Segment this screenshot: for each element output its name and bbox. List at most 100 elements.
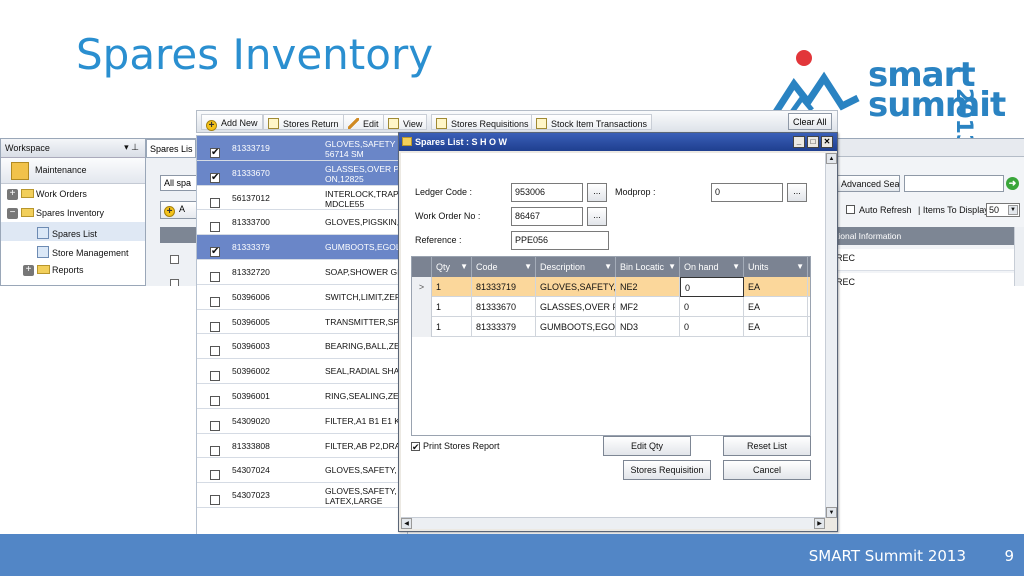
filter-icon[interactable]: ▼ (668, 262, 676, 271)
tab-spares-list[interactable]: Spares Lis (146, 139, 196, 158)
cell-on-hand[interactable]: 0 (680, 277, 744, 297)
tree-item-spares-inventory[interactable]: − Spares Inventory (1, 203, 145, 222)
cell-code[interactable]: 81333379 (472, 317, 536, 337)
collapse-icon[interactable]: − (7, 208, 18, 219)
print-stores-report-toggle[interactable]: ✔ Print Stores Report (411, 441, 500, 452)
table-row[interactable]: ✔ 81333670 GLASSES,OVER P ON,12825 (197, 160, 407, 186)
items-to-display-select[interactable]: 50 ▼ (986, 203, 1020, 217)
row-checkbox[interactable]: ✔ (210, 172, 220, 183)
row-checkbox[interactable] (210, 470, 220, 481)
column-header[interactable]: Code ▼ (472, 257, 536, 277)
cell-description[interactable]: GLASSES,OVER PR (536, 297, 616, 317)
filter-icon[interactable]: ▼ (604, 262, 612, 271)
work-order-field[interactable]: 86467 (511, 207, 583, 226)
table-row[interactable]: 50396005 TRANSMITTER,SPE (197, 310, 407, 335)
cell-qty[interactable]: 1 (432, 277, 472, 297)
cell-units[interactable]: EA (744, 277, 808, 297)
tree-item-store-management[interactable]: Store Management (1, 241, 145, 260)
row-checkbox[interactable] (210, 445, 220, 456)
search-input[interactable] (904, 175, 1004, 192)
row-indicator[interactable] (412, 317, 432, 337)
auto-refresh-toggle[interactable]: Auto Refresh (846, 205, 912, 215)
table-row[interactable]: 81333700 GLOVES,PIGSKIN,I (197, 210, 407, 236)
view-button[interactable]: View (383, 114, 428, 130)
workspace-pin-controls[interactable]: ▾ ⊥ (124, 142, 139, 153)
minimize-icon[interactable]: _ (793, 136, 805, 148)
table-row[interactable]: 81333808 FILTER,AB P2,DRA (197, 434, 407, 459)
row-checkbox[interactable] (210, 321, 220, 332)
row-checkbox[interactable] (210, 222, 220, 233)
column-header[interactable]: Qty ▼ (432, 257, 472, 277)
row-checkbox[interactable] (170, 279, 179, 286)
table-row[interactable]: ✔ 81333719 GLOVES,SAFETY 56714 SM (197, 136, 407, 161)
table-row[interactable]: 181333670GLASSES,OVER PRMF20EA (412, 297, 810, 317)
table-row[interactable]: 50396006 SWITCH,LIMIT,ZEPI (197, 285, 407, 310)
advanced-search-button[interactable]: Advanced Search (836, 175, 900, 192)
tree-item-spares-list[interactable]: Spares List (1, 222, 145, 241)
table-row[interactable]: >181333719GLOVES,SAFETY,JENE20EA (412, 277, 810, 297)
filter-icon[interactable]: ▼ (796, 262, 804, 271)
cell-units[interactable]: EA (744, 297, 808, 317)
row-checkbox[interactable] (210, 346, 220, 357)
row-checkbox[interactable] (210, 296, 220, 307)
table-row[interactable]: 1 81333379 GUMBOOTS,EGOLI ND3 0 EA (412, 317, 810, 337)
stores-requisitions-button[interactable]: Stores Requisitions (431, 114, 534, 130)
filter-icon[interactable]: ▼ (460, 262, 468, 271)
filter-icon[interactable]: ▼ (732, 262, 740, 271)
scroll-left-icon[interactable]: ◀ (401, 518, 412, 529)
edit-button[interactable]: Edit (343, 114, 384, 130)
row-checkbox[interactable] (210, 495, 220, 506)
stock-item-transactions-button[interactable]: Stock Item Transactions (531, 114, 653, 130)
row-indicator[interactable]: > (412, 277, 432, 297)
table-row[interactable]: 81332720 SOAP,SHOWER GI (197, 260, 407, 285)
maintenance-section[interactable]: Maintenance (1, 158, 145, 184)
table-row[interactable]: 50396002 SEAL,RADIAL SHA (197, 359, 407, 384)
maximize-icon[interactable]: □ (807, 136, 819, 148)
cell-code[interactable]: 81333670 (472, 297, 536, 317)
cell-description[interactable]: GLOVES,SAFETY,JE (536, 277, 616, 297)
row-checkbox[interactable] (170, 255, 179, 264)
modprop-lookup-button[interactable]: ... (787, 183, 807, 202)
table-row[interactable]: 56137012 INTERLOCK,TRAPF MDCLE55 (197, 186, 407, 211)
modprop-field[interactable]: 0 (711, 183, 783, 202)
reset-list-button[interactable]: Reset List (723, 436, 811, 456)
dialog-horizontal-scrollbar[interactable]: ◀ ▶ (401, 517, 825, 529)
cell-bin[interactable]: NE2 (616, 277, 680, 297)
cell-qty[interactable]: 1 (432, 297, 472, 317)
go-arrow-icon[interactable]: ➜ (1006, 177, 1019, 190)
cell-bin[interactable]: ND3 (616, 317, 680, 337)
expand-icon[interactable]: + (23, 265, 34, 276)
clear-all-button[interactable]: Clear All (788, 113, 832, 130)
table-row[interactable]: 54307024 GLOVES,SAFETY, (197, 458, 407, 484)
scroll-down-icon[interactable]: ▼ (826, 507, 837, 518)
cancel-button[interactable]: Cancel (723, 460, 811, 480)
dialog-vertical-scrollbar[interactable]: ▲ ▼ (825, 153, 837, 518)
row-checkbox[interactable] (210, 420, 220, 431)
cell-on-hand[interactable]: 0 (680, 317, 744, 337)
chevron-down-icon[interactable]: ▼ (1008, 205, 1018, 215)
reference-field[interactable]: PPE056 (511, 231, 609, 250)
table-row[interactable]: ✔ 81333379 GUMBOOTS,EGOL (197, 235, 407, 260)
cell-on-hand[interactable]: 0 (680, 297, 744, 317)
close-icon[interactable]: ✕ (821, 136, 833, 148)
table-row[interactable]: 54309020 FILTER,A1 B1 E1 K (197, 409, 407, 434)
dialog-title-bar[interactable]: Spares List : S H O W _ □ ✕ (399, 133, 837, 151)
column-header[interactable]: Bin Locatic ▼ (616, 257, 680, 277)
column-header[interactable]: Units ▼ (744, 257, 808, 277)
cell-qty[interactable]: 1 (432, 317, 472, 337)
ledger-code-lookup-button[interactable]: ... (587, 183, 607, 202)
cell-bin[interactable]: MF2 (616, 297, 680, 317)
scroll-up-icon[interactable]: ▲ (826, 153, 837, 164)
scroll-right-icon[interactable]: ▶ (814, 518, 825, 529)
cell-code[interactable]: 81333719 (472, 277, 536, 297)
add-button[interactable]: + A (160, 201, 196, 219)
column-header[interactable]: Description ▼ (536, 257, 616, 277)
stores-requisition-button[interactable]: Stores Requisition (623, 460, 711, 480)
cell-description[interactable]: GUMBOOTS,EGOLI (536, 317, 616, 337)
row-checkbox[interactable]: ✔ (210, 148, 220, 158)
filter-icon[interactable]: ▼ (524, 262, 532, 271)
print-stores-report-checkbox[interactable]: ✔ (411, 442, 420, 452)
row-indicator[interactable] (412, 297, 432, 317)
ledger-code-field[interactable]: 953006 (511, 183, 583, 202)
auto-refresh-checkbox[interactable] (846, 205, 855, 214)
